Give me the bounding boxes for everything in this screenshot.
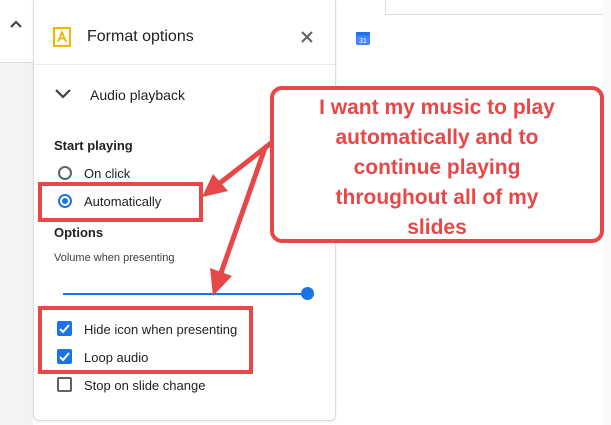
callout-line: automatically and to [335,126,539,149]
callout-line: slides [407,216,467,239]
annotation-callout: I want my music to play automatically an… [270,86,604,243]
arrow-to-automatically [218,138,277,185]
callout-line: throughout all of my [335,186,539,209]
callout-line: I want my music to play [319,96,555,119]
callout-text: I want my music to play automatically an… [274,93,600,243]
callout-line: continue playing [353,156,521,179]
arrowhead-checkboxes [210,268,232,296]
